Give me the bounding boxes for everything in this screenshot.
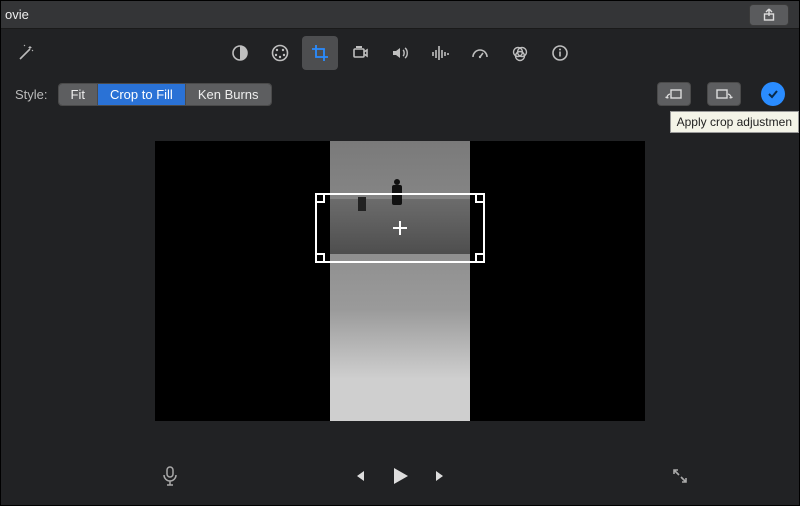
play-icon xyxy=(389,465,411,487)
expand-icon xyxy=(671,467,689,485)
preview-area xyxy=(1,111,799,451)
overlap-circles-icon xyxy=(510,43,530,63)
rotate-ccw-button[interactable] xyxy=(657,82,691,106)
titlebar: ovie xyxy=(1,1,799,29)
wand-icon xyxy=(16,43,36,63)
color-balance-button[interactable] xyxy=(222,36,258,70)
window-title: ovie xyxy=(5,7,29,22)
style-segmented-control: Fit Crop to Fill Ken Burns xyxy=(58,83,272,106)
crop-button[interactable] xyxy=(302,36,338,70)
noise-reduction-button[interactable] xyxy=(422,36,458,70)
playback-bar xyxy=(1,451,799,501)
fullscreen-button[interactable] xyxy=(671,467,689,485)
crop-center-crosshair xyxy=(393,221,407,235)
stabilization-button[interactable] xyxy=(342,36,378,70)
crop-handle-bl[interactable] xyxy=(315,253,325,263)
palette-icon xyxy=(270,43,290,63)
crop-icon xyxy=(310,43,330,63)
style-ken-burns-button[interactable]: Ken Burns xyxy=(186,84,271,105)
equalizer-icon xyxy=(430,43,450,63)
skip-forward-icon xyxy=(433,468,449,484)
info-icon xyxy=(550,43,570,63)
info-button[interactable] xyxy=(542,36,578,70)
share-icon xyxy=(762,8,776,22)
crop-handle-tr[interactable] xyxy=(475,193,485,203)
speedometer-icon xyxy=(470,43,490,63)
share-button[interactable] xyxy=(749,4,789,26)
transport-controls xyxy=(351,465,449,487)
rotate-cw-button[interactable] xyxy=(707,82,741,106)
skip-back-icon xyxy=(351,468,367,484)
volume-button[interactable] xyxy=(382,36,418,70)
speed-button[interactable] xyxy=(462,36,498,70)
voiceover-button[interactable] xyxy=(161,465,179,487)
contrast-icon xyxy=(230,43,250,63)
color-filter-button[interactable] xyxy=(502,36,538,70)
rotate-cw-icon xyxy=(715,87,733,101)
speaker-icon xyxy=(390,43,410,63)
checkmark-icon xyxy=(766,87,780,101)
play-button[interactable] xyxy=(389,465,411,487)
video-viewport[interactable] xyxy=(155,141,645,421)
next-frame-button[interactable] xyxy=(433,468,449,484)
magic-wand-button[interactable] xyxy=(13,43,39,63)
apply-crop-button[interactable] xyxy=(761,82,785,106)
crop-handle-tl[interactable] xyxy=(315,193,325,203)
crop-rectangle[interactable] xyxy=(315,193,485,263)
previous-frame-button[interactable] xyxy=(351,468,367,484)
style-fit-button[interactable]: Fit xyxy=(59,84,98,105)
microphone-icon xyxy=(161,465,179,487)
color-correction-button[interactable] xyxy=(262,36,298,70)
style-label: Style: xyxy=(15,87,48,102)
rotate-ccw-icon xyxy=(665,87,683,101)
video-frame xyxy=(330,141,470,421)
camera-icon xyxy=(350,43,370,63)
crop-style-row: Style: Fit Crop to Fill Ken Burns Apply … xyxy=(1,77,799,111)
style-crop-to-fill-button[interactable]: Crop to Fill xyxy=(98,84,186,105)
adjustment-toolbar xyxy=(1,29,799,77)
crop-handle-br[interactable] xyxy=(475,253,485,263)
